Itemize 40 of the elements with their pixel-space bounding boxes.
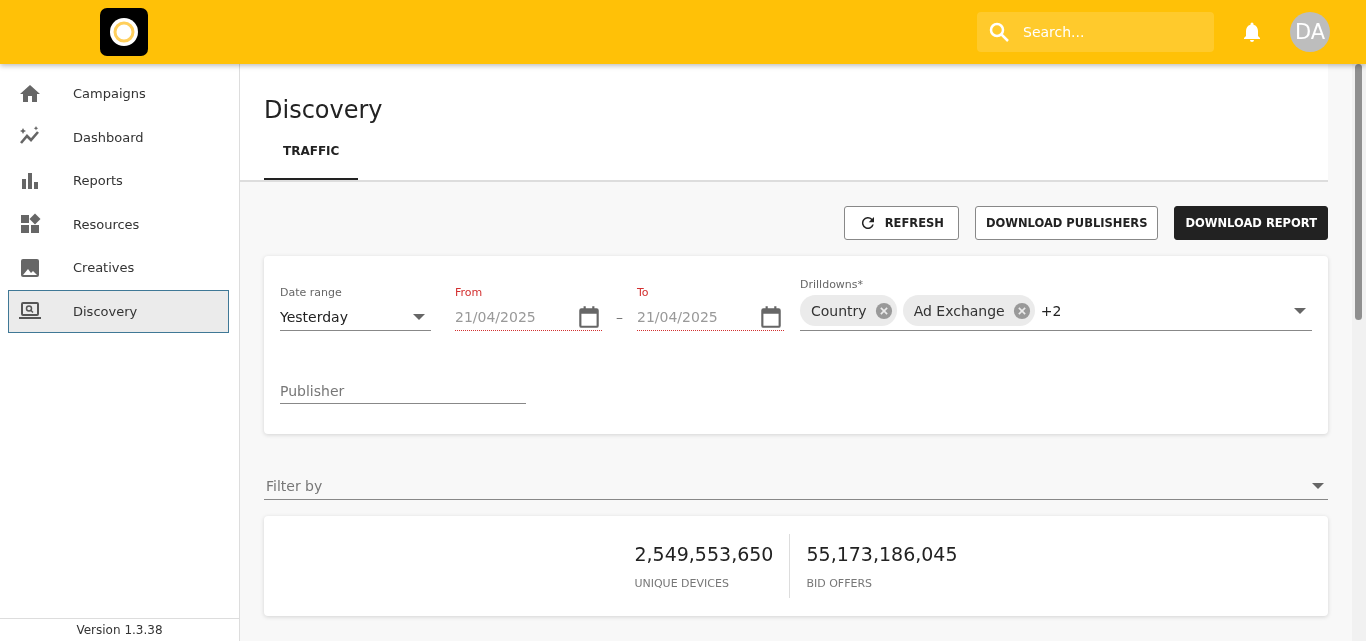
tab[interactable]: TRAFFIC [264,144,359,180]
download-publishers-button[interactable]: DOWNLOAD PUBLISHERS [974,206,1159,240]
download-report-button[interactable]: DOWNLOAD REPORT [1174,206,1328,240]
search-icon [987,20,1011,44]
sidebar-item[interactable]: Creatives [0,246,239,290]
date-range-select[interactable]: Yesterday [280,303,431,331]
stat-value: 55,173,186,045 [806,542,958,565]
refresh-button[interactable]: REFRESH [843,206,959,240]
remove-icon [1012,301,1031,320]
publisher-field[interactable]: Publisher [280,379,526,404]
sidebar-item[interactable]: Dashboard [0,115,239,159]
logo-icon [100,8,148,56]
date-separator: – [616,309,623,327]
sidebar-item[interactable]: Resources [0,202,239,246]
chip[interactable]: Country [800,295,897,326]
remove-icon [874,301,893,320]
sidebar-item[interactable]: Reports [0,159,239,203]
sidebar-item[interactable]: Campaigns [0,72,239,116]
field-label: To [637,286,650,299]
dropdown-caret-icon [1294,307,1306,314]
dropdown-caret-icon [1312,482,1324,489]
chip[interactable]: Ad Exchange [902,295,1035,326]
field-label: Drilldowns* [800,278,865,291]
stat-label: BID OFFERS [806,576,874,590]
drilldowns-select[interactable]: Country Ad Exchange +2 [800,295,1312,331]
calendar-icon [758,303,784,330]
scrollbar[interactable] [1352,64,1366,641]
dropdown-caret-icon [413,313,425,320]
calendar-icon [576,303,602,330]
field-label: From [455,286,484,299]
filter-select[interactable]: Filter by [264,476,1312,495]
field-label: Date range [280,286,343,299]
more-count: +2 [1040,302,1063,319]
version-label: Version 1.3.38 [0,618,239,641]
page-title: Discovery [264,96,384,124]
search-bar[interactable]: Search... [977,12,1214,52]
stat-value: 2,549,553,650 [634,542,774,565]
stat-label: UNIQUE DEVICES [634,576,730,590]
sidebar-item[interactable]: Discovery [8,289,229,333]
search-field[interactable]: Search... [1021,23,1191,41]
